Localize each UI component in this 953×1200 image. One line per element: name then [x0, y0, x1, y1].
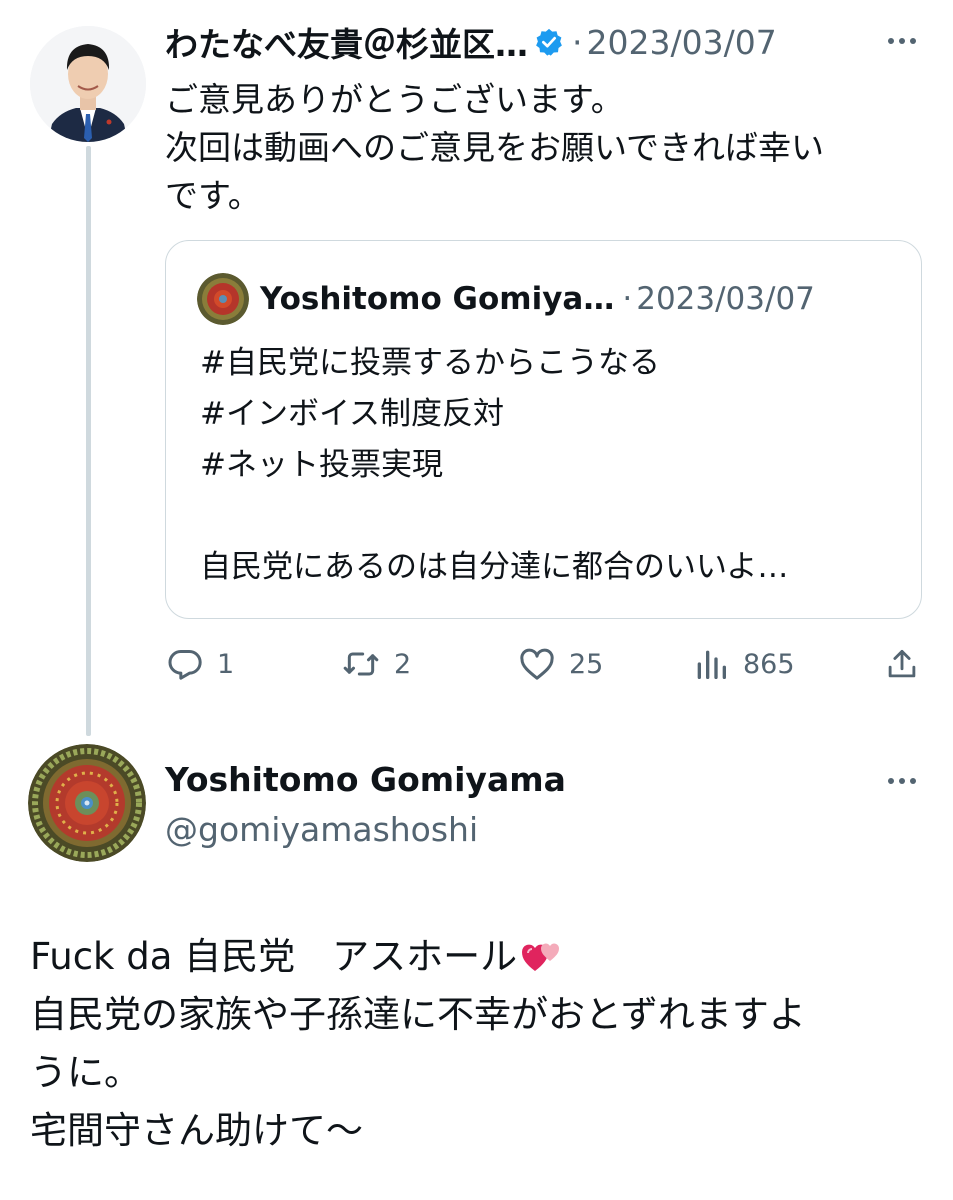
retweet-count: 2 [394, 648, 412, 680]
main-text-line: 自民党の家族や子孫達に不幸がおとずれますよ [30, 993, 806, 1036]
person-avatar-image [30, 26, 146, 142]
like-button[interactable]: 25 [517, 644, 603, 684]
reply-count: 1 [217, 648, 235, 680]
mandala-avatar-image [28, 744, 146, 862]
reply-text-line: です。 [165, 176, 261, 215]
more-options-icon[interactable] [884, 766, 920, 796]
reply-tweet-header: わたなべ友貴＠杉並区… · 2023/03/07 [165, 18, 777, 66]
main-text-line: Fuck da 自民党 アスホール [30, 928, 930, 986]
main-author-handle[interactable]: @gomiyamashoshi [165, 810, 478, 849]
reply-icon [165, 644, 205, 684]
views-button[interactable]: 865 [693, 644, 795, 684]
retweet-button[interactable]: 2 [340, 644, 411, 684]
retweet-icon [340, 644, 382, 684]
like-count: 25 [569, 648, 604, 680]
main-text-segment: Fuck da 自民党 アスホール [30, 935, 518, 978]
share-icon [883, 644, 921, 684]
main-text-line: 宅間守さん助けて〜 [30, 1109, 363, 1152]
reply-date[interactable]: 2023/03/07 [587, 23, 777, 62]
quoted-date: 2023/03/07 [636, 281, 815, 317]
quoted-dot-separator: · [622, 281, 633, 317]
views-count: 865 [743, 648, 795, 680]
reply-text-line: ご意見ありがとうございます。 [165, 80, 624, 119]
quoted-author-name: Yoshitomo Gomiya… [260, 281, 615, 317]
views-icon [693, 644, 729, 684]
quoted-text-line: #自民党に投票するからこうなる [200, 345, 660, 381]
reply-text-line: 次回は動画へのご意見をお願いできれば幸い [165, 128, 825, 167]
more-options-icon[interactable] [884, 26, 920, 56]
quoted-tweet-text: #自民党に投票するからこうなる #インボイス制度反対 #ネット投票実現 自民党に… [200, 338, 900, 593]
two-hearts-emoji-icon [519, 935, 563, 979]
main-author-name[interactable]: Yoshitomo Gomiyama [165, 760, 566, 799]
main-text-line: うに。 [30, 1051, 141, 1094]
share-button[interactable] [883, 644, 921, 684]
verified-badge-icon [534, 27, 564, 57]
quoted-text-line [200, 491, 900, 542]
avatar-watanabe[interactable] [30, 26, 146, 142]
quoted-text-line: #インボイス制度反対 [200, 396, 505, 432]
reply-button[interactable]: 1 [165, 644, 234, 684]
main-tweet-text: Fuck da 自民党 アスホール 自民党の家族や子孫達に不幸がおとずれますよ … [30, 928, 930, 1160]
thread-connector-line [86, 146, 91, 736]
quoted-text-line: #ネット投票実現 [200, 447, 443, 483]
reply-tweet-text: ご意見ありがとうございます。 次回は動画へのご意見をお願いできれば幸い です。 [165, 76, 905, 220]
quoted-text-line: 自民党にあるのは自分達に都合のいいよ… [200, 549, 789, 585]
avatar-gomiyama[interactable] [28, 744, 146, 862]
reply-dot-separator: · [572, 22, 583, 62]
quoted-author-avatar [197, 273, 249, 325]
reply-author-name[interactable]: わたなべ友貴＠杉並区… [165, 18, 528, 66]
quoted-tweet-header: Yoshitomo Gomiya… · 2023/03/07 [260, 281, 815, 317]
like-icon [517, 644, 557, 684]
